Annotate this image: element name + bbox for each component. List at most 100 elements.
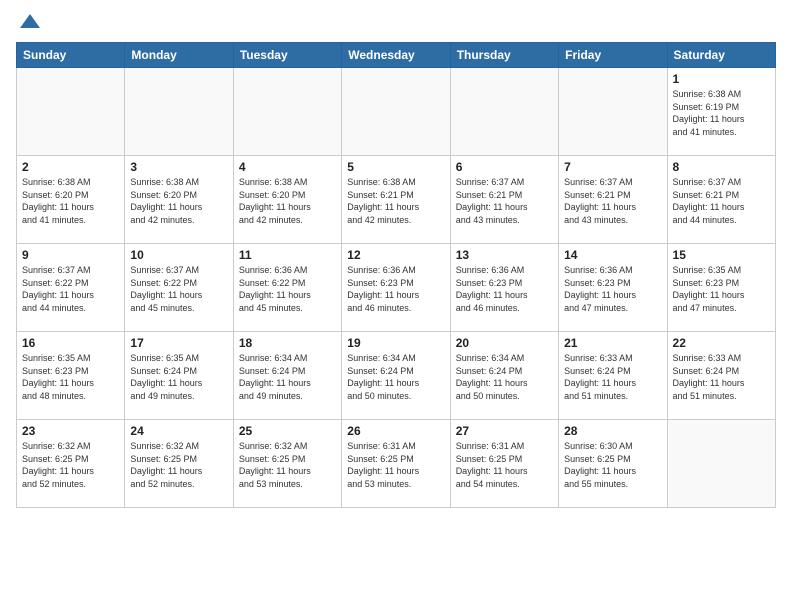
calendar-week-row: 1 Sunrise: 6:38 AM Sunset: 6:19 PM Daylig… — [17, 68, 776, 156]
day-number: 17 — [130, 336, 227, 350]
calendar-cell — [559, 68, 667, 156]
day-info: Sunrise: 6:38 AM Sunset: 6:19 PM Dayligh… — [673, 88, 770, 138]
day-number: 20 — [456, 336, 553, 350]
day-info: Sunrise: 6:37 AM Sunset: 6:22 PM Dayligh… — [22, 264, 119, 314]
header — [16, 10, 776, 34]
calendar-cell: 17 Sunrise: 6:35 AM Sunset: 6:24 PM Dayli… — [125, 332, 233, 420]
calendar-cell: 7 Sunrise: 6:37 AM Sunset: 6:21 PM Daylig… — [559, 156, 667, 244]
day-number: 25 — [239, 424, 336, 438]
calendar-cell: 2 Sunrise: 6:38 AM Sunset: 6:20 PM Daylig… — [17, 156, 125, 244]
day-number: 6 — [456, 160, 553, 174]
day-info: Sunrise: 6:38 AM Sunset: 6:20 PM Dayligh… — [130, 176, 227, 226]
day-number: 16 — [22, 336, 119, 350]
calendar-cell: 20 Sunrise: 6:34 AM Sunset: 6:24 PM Dayli… — [450, 332, 558, 420]
day-number: 18 — [239, 336, 336, 350]
day-info: Sunrise: 6:34 AM Sunset: 6:24 PM Dayligh… — [239, 352, 336, 402]
day-info: Sunrise: 6:38 AM Sunset: 6:20 PM Dayligh… — [22, 176, 119, 226]
calendar-cell: 11 Sunrise: 6:36 AM Sunset: 6:22 PM Dayli… — [233, 244, 341, 332]
calendar-cell: 18 Sunrise: 6:34 AM Sunset: 6:24 PM Dayli… — [233, 332, 341, 420]
day-info: Sunrise: 6:33 AM Sunset: 6:24 PM Dayligh… — [564, 352, 661, 402]
day-info: Sunrise: 6:33 AM Sunset: 6:24 PM Dayligh… — [673, 352, 770, 402]
day-number: 28 — [564, 424, 661, 438]
day-number: 24 — [130, 424, 227, 438]
day-number: 1 — [673, 72, 770, 86]
col-header-tuesday: Tuesday — [233, 43, 341, 68]
calendar-header-row: SundayMondayTuesdayWednesdayThursdayFrid… — [17, 43, 776, 68]
day-number: 12 — [347, 248, 444, 262]
day-info: Sunrise: 6:30 AM Sunset: 6:25 PM Dayligh… — [564, 440, 661, 490]
col-header-wednesday: Wednesday — [342, 43, 450, 68]
calendar-week-row: 16Sunrise: 6:35 AM Sunset: 6:23 PM Dayli… — [17, 332, 776, 420]
calendar-cell: 23 Sunrise: 6:32 AM Sunset: 6:25 PM Dayli… — [17, 420, 125, 508]
day-number: 26 — [347, 424, 444, 438]
calendar-cell: 16Sunrise: 6:35 AM Sunset: 6:23 PM Dayli… — [17, 332, 125, 420]
calendar-cell: 3 Sunrise: 6:38 AM Sunset: 6:20 PM Daylig… — [125, 156, 233, 244]
day-number: 3 — [130, 160, 227, 174]
page: SundayMondayTuesdayWednesdayThursdayFrid… — [0, 0, 792, 612]
day-info: Sunrise: 6:34 AM Sunset: 6:24 PM Dayligh… — [456, 352, 553, 402]
day-info: Sunrise: 6:37 AM Sunset: 6:21 PM Dayligh… — [456, 176, 553, 226]
day-number: 2 — [22, 160, 119, 174]
day-info: Sunrise: 6:37 AM Sunset: 6:21 PM Dayligh… — [564, 176, 661, 226]
day-number: 10 — [130, 248, 227, 262]
calendar-cell: 1 Sunrise: 6:38 AM Sunset: 6:19 PM Daylig… — [667, 68, 775, 156]
calendar-cell: 5 Sunrise: 6:38 AM Sunset: 6:21 PM Daylig… — [342, 156, 450, 244]
day-number: 21 — [564, 336, 661, 350]
day-info: Sunrise: 6:38 AM Sunset: 6:21 PM Dayligh… — [347, 176, 444, 226]
day-info: Sunrise: 6:36 AM Sunset: 6:23 PM Dayligh… — [347, 264, 444, 314]
col-header-friday: Friday — [559, 43, 667, 68]
day-info: Sunrise: 6:32 AM Sunset: 6:25 PM Dayligh… — [130, 440, 227, 490]
col-header-thursday: Thursday — [450, 43, 558, 68]
logo-icon — [18, 10, 42, 34]
day-info: Sunrise: 6:35 AM Sunset: 6:23 PM Dayligh… — [673, 264, 770, 314]
day-number: 8 — [673, 160, 770, 174]
day-number: 7 — [564, 160, 661, 174]
logo — [16, 10, 42, 34]
calendar-cell: 10 Sunrise: 6:37 AM Sunset: 6:22 PM Dayli… — [125, 244, 233, 332]
calendar-cell — [450, 68, 558, 156]
day-info: Sunrise: 6:37 AM Sunset: 6:22 PM Dayligh… — [130, 264, 227, 314]
calendar-cell: 4Sunrise: 6:38 AM Sunset: 6:20 PM Daylig… — [233, 156, 341, 244]
col-header-saturday: Saturday — [667, 43, 775, 68]
day-info: Sunrise: 6:37 AM Sunset: 6:21 PM Dayligh… — [673, 176, 770, 226]
day-number: 15 — [673, 248, 770, 262]
calendar-cell: 9Sunrise: 6:37 AM Sunset: 6:22 PM Daylig… — [17, 244, 125, 332]
day-number: 23 — [22, 424, 119, 438]
day-info: Sunrise: 6:31 AM Sunset: 6:25 PM Dayligh… — [347, 440, 444, 490]
day-number: 14 — [564, 248, 661, 262]
day-info: Sunrise: 6:31 AM Sunset: 6:25 PM Dayligh… — [456, 440, 553, 490]
col-header-monday: Monday — [125, 43, 233, 68]
calendar-cell: 24 Sunrise: 6:32 AM Sunset: 6:25 PM Dayli… — [125, 420, 233, 508]
calendar-cell: 6 Sunrise: 6:37 AM Sunset: 6:21 PM Daylig… — [450, 156, 558, 244]
calendar-cell — [233, 68, 341, 156]
calendar-cell: 28 Sunrise: 6:30 AM Sunset: 6:25 PM Dayli… — [559, 420, 667, 508]
day-info: Sunrise: 6:34 AM Sunset: 6:24 PM Dayligh… — [347, 352, 444, 402]
calendar-week-row: 23 Sunrise: 6:32 AM Sunset: 6:25 PM Dayli… — [17, 420, 776, 508]
day-info: Sunrise: 6:36 AM Sunset: 6:22 PM Dayligh… — [239, 264, 336, 314]
calendar-table: SundayMondayTuesdayWednesdayThursdayFrid… — [16, 42, 776, 508]
day-info: Sunrise: 6:32 AM Sunset: 6:25 PM Dayligh… — [22, 440, 119, 490]
day-number: 19 — [347, 336, 444, 350]
day-number: 13 — [456, 248, 553, 262]
calendar-cell: 22 Sunrise: 6:33 AM Sunset: 6:24 PM Dayli… — [667, 332, 775, 420]
calendar-cell: 14Sunrise: 6:36 AM Sunset: 6:23 PM Dayli… — [559, 244, 667, 332]
day-number: 5 — [347, 160, 444, 174]
calendar-week-row: 9Sunrise: 6:37 AM Sunset: 6:22 PM Daylig… — [17, 244, 776, 332]
calendar-cell — [667, 420, 775, 508]
day-number: 22 — [673, 336, 770, 350]
calendar-cell: 12 Sunrise: 6:36 AM Sunset: 6:23 PM Dayli… — [342, 244, 450, 332]
calendar-cell: 27Sunrise: 6:31 AM Sunset: 6:25 PM Dayli… — [450, 420, 558, 508]
day-info: Sunrise: 6:38 AM Sunset: 6:20 PM Dayligh… — [239, 176, 336, 226]
day-number: 11 — [239, 248, 336, 262]
calendar-cell — [342, 68, 450, 156]
calendar-cell: 26 Sunrise: 6:31 AM Sunset: 6:25 PM Dayli… — [342, 420, 450, 508]
day-info: Sunrise: 6:35 AM Sunset: 6:24 PM Dayligh… — [130, 352, 227, 402]
calendar-cell: 21 Sunrise: 6:33 AM Sunset: 6:24 PM Dayli… — [559, 332, 667, 420]
calendar-cell — [17, 68, 125, 156]
calendar-cell: 15 Sunrise: 6:35 AM Sunset: 6:23 PM Dayli… — [667, 244, 775, 332]
calendar-cell — [125, 68, 233, 156]
day-info: Sunrise: 6:36 AM Sunset: 6:23 PM Dayligh… — [456, 264, 553, 314]
calendar-cell: 25Sunrise: 6:32 AM Sunset: 6:25 PM Dayli… — [233, 420, 341, 508]
col-header-sunday: Sunday — [17, 43, 125, 68]
calendar-cell: 19 Sunrise: 6:34 AM Sunset: 6:24 PM Dayli… — [342, 332, 450, 420]
